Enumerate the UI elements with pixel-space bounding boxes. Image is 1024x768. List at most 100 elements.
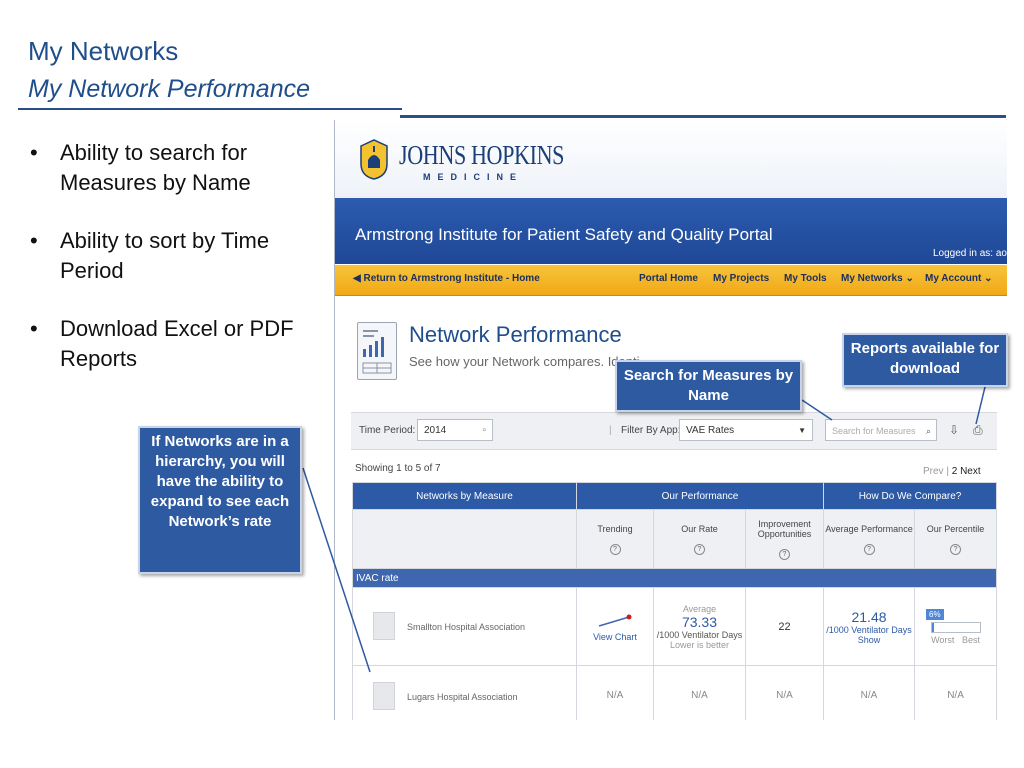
bullet-text: Ability to sort by Time Period	[60, 228, 270, 283]
opportunities-value: 22	[744, 587, 825, 666]
hospital-icon	[373, 682, 395, 710]
pagination: Prev | 2 Next	[923, 466, 981, 477]
show-link[interactable]: Show	[825, 635, 913, 645]
pager-prev[interactable]: Prev	[923, 466, 944, 477]
feature-bullets: • Ability to search for Measures by Name …	[30, 138, 320, 402]
logo-subtitle: MEDICINE	[423, 172, 524, 182]
bullet-item: • Download Excel or PDF Reports	[30, 314, 320, 374]
nav-my-projects[interactable]: My Projects	[713, 273, 769, 284]
rate-note: Lower is better	[669, 639, 730, 650]
network-cell[interactable]: Lugars Hospital Association	[352, 665, 577, 720]
search-measures-input[interactable]: Search for Measures ⌕	[825, 419, 937, 441]
hierarchy-callout: If Networks are in a hierarchy, you will…	[138, 426, 302, 574]
bullet-icon: •	[30, 140, 38, 165]
column-header: Average Performance?	[823, 509, 916, 569]
help-icon[interactable]: ?	[609, 543, 621, 555]
average-value: 21.48	[851, 608, 887, 625]
percentile-cell: 6% Worst Best	[914, 587, 998, 666]
percentile-scale: Worst Best	[931, 634, 980, 645]
portal-banner-title: Armstrong Institute for Patient Safety a…	[355, 225, 773, 244]
rate-value: 73.33	[681, 613, 718, 630]
help-icon[interactable]: ?	[779, 548, 790, 560]
trending-cell: View Chart	[576, 587, 654, 666]
header-blank	[352, 509, 577, 569]
average-unit: /1000 Ventilator Days	[826, 624, 912, 635]
nav-my-account[interactable]: My Account ⌄	[925, 273, 992, 284]
search-icon[interactable]: ⌕	[926, 420, 931, 442]
column-header: Improvement Opportunities?	[744, 509, 825, 569]
hospital-icon	[373, 612, 395, 640]
chevron-down-icon: ⌄	[905, 273, 914, 284]
slide-title: My Networks	[28, 36, 179, 66]
column-header: Trending?	[576, 509, 654, 569]
portal-header: JOHNS HOPKINS MEDICINE	[335, 120, 1007, 198]
search-callout: Search for Measures by Name	[615, 360, 802, 412]
portal-screenshot: JOHNS HOPKINS MEDICINE Armstrong Institu…	[334, 120, 1007, 720]
page-subtitle: See how your Network compares. Identi	[409, 354, 640, 369]
reports-callout: Reports available for download	[842, 333, 1008, 387]
separator: |	[609, 425, 612, 436]
pager-next[interactable]: Next	[960, 466, 981, 477]
time-period-input[interactable]: 2014 ▫	[417, 419, 493, 441]
view-chart-link[interactable]: View Chart	[578, 632, 652, 642]
header-our-performance: Our Performance	[575, 482, 825, 510]
title-divider	[18, 108, 402, 110]
help-icon[interactable]: ?	[950, 543, 962, 555]
filter-bar: Time Period: 2014 ▫ | Filter By App: VAE…	[351, 412, 997, 450]
table-row: Smallton Hospital Association View Chart…	[352, 587, 998, 666]
performance-table: Networks by Measure Our Performance How …	[351, 482, 998, 720]
time-period-label: Time Period:	[359, 425, 416, 436]
help-icon[interactable]: ?	[694, 543, 705, 555]
help-icon[interactable]: ?	[863, 543, 875, 555]
percentile-value: N/A	[914, 665, 998, 720]
pager-page[interactable]: 2	[952, 466, 958, 477]
pager-separator: |	[946, 466, 949, 477]
table-group-row: IVAC rate	[351, 568, 998, 588]
calendar-icon: ▫	[482, 425, 486, 436]
main-nav: ◀ Return to Armstrong Institute - Home P…	[335, 265, 1007, 296]
results-count: Showing 1 to 5 of 7	[355, 463, 441, 474]
bullet-icon: •	[30, 316, 38, 341]
network-cell[interactable]: Smallton Hospital Association	[352, 587, 577, 666]
percentile-badge: 6%	[926, 608, 944, 620]
average-cell: 21.48 /1000 Ventilator Days Show	[823, 587, 916, 666]
bullet-text: Download Excel or PDF Reports	[60, 316, 294, 371]
download-icon[interactable]: ⇩	[949, 423, 959, 437]
table-row: Lugars Hospital Association N/A N/A N/A …	[352, 665, 998, 720]
header-networks: Networks by Measure	[352, 482, 577, 510]
measure-group-label[interactable]: IVAC rate	[351, 568, 998, 588]
trend-sparkline-icon	[598, 614, 632, 627]
bullet-text: Ability to search for Measures by Name	[60, 140, 251, 195]
header-divider	[400, 115, 1006, 118]
rate-unit: /1000 Ventilator Days	[656, 629, 743, 640]
print-icon[interactable]: ⎙	[973, 423, 983, 438]
logged-in-label: Logged in as: aor	[933, 248, 1007, 259]
rate-value: N/A	[653, 665, 746, 720]
percentile-bar-fill	[931, 622, 935, 632]
percentile-bar	[930, 621, 981, 633]
column-header: Our Percentile?	[914, 509, 998, 569]
report-chart-icon	[357, 322, 397, 380]
table-group-header: Networks by Measure Our Performance How …	[352, 482, 998, 510]
network-name: Lugars Hospital Association	[407, 692, 518, 702]
chevron-down-icon: ⌄	[984, 273, 993, 284]
trending-value: N/A	[576, 665, 654, 720]
rate-label: Average	[682, 603, 717, 614]
app-select[interactable]: VAE Rates ▼	[679, 419, 813, 441]
nav-portal-home[interactable]: Portal Home	[639, 273, 698, 284]
dome-logo-icon	[360, 139, 388, 180]
logo-wordmark: JOHNS HOPKINS	[399, 140, 565, 170]
page-title: Network Performance	[409, 322, 622, 347]
nav-back-link[interactable]: ◀ Return to Armstrong Institute - Home	[353, 273, 540, 284]
nav-my-networks[interactable]: My Networks ⌄	[841, 273, 914, 284]
bullet-item: • Ability to sort by Time Period	[30, 226, 320, 286]
header-compare: How Do We Compare?	[823, 482, 998, 510]
network-name: Smallton Hospital Association	[407, 622, 526, 632]
bullet-icon: •	[30, 228, 38, 253]
bullet-item: • Ability to search for Measures by Name	[30, 138, 320, 198]
nav-my-tools[interactable]: My Tools	[784, 273, 827, 284]
slide-subtitle: My Network Performance	[28, 75, 311, 103]
opportunities-value: N/A	[744, 665, 825, 720]
dropdown-arrow-icon: ▼	[798, 426, 806, 435]
our-rate-cell: Average 73.33 /1000 Ventilator Days Lowe…	[653, 587, 746, 666]
